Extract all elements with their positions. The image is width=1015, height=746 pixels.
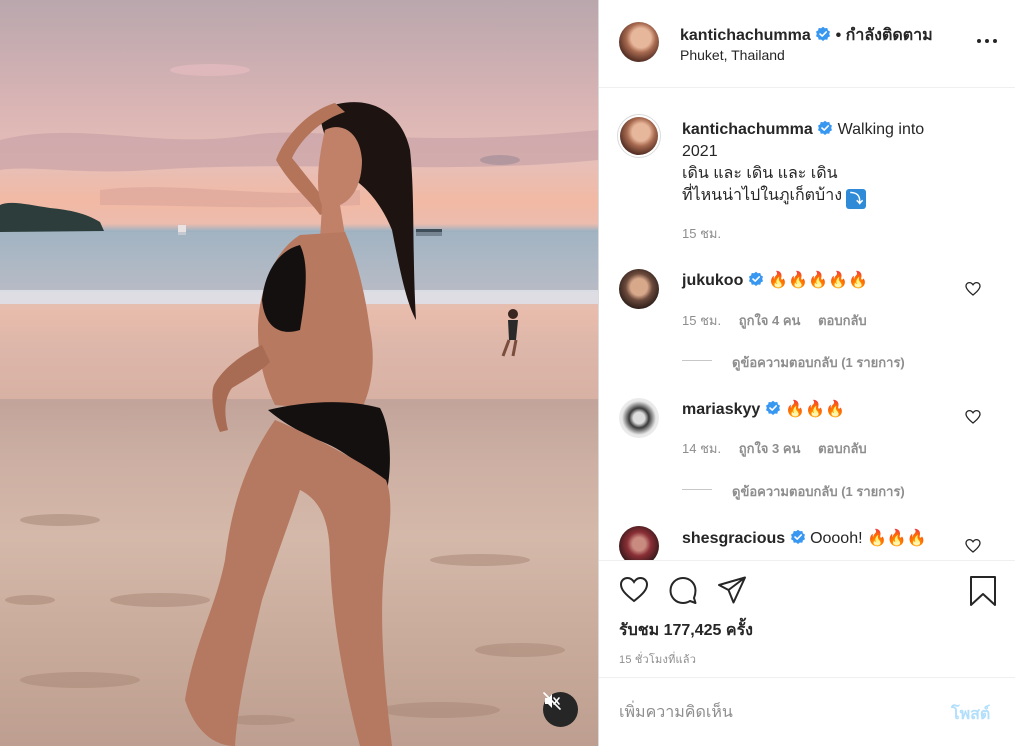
- instagram-post-view: kantichachumma • กำลังติดตาม Phuket, Tha…: [0, 0, 1015, 746]
- comment-text: 🔥🔥🔥🔥🔥: [768, 272, 868, 289]
- comment-meta: 15 ชม. ถูกใจ 4 คน ตอบกลับ: [682, 310, 881, 331]
- arrow-down-badge: ⤵: [846, 189, 867, 209]
- replies-divider: [682, 360, 712, 361]
- caption-username[interactable]: kantichachumma: [682, 121, 813, 138]
- caption-time[interactable]: 15 ชม.: [682, 226, 721, 241]
- comment-item: jukukoo 🔥🔥🔥🔥🔥: [682, 270, 868, 290]
- verified-badge-icon: [765, 400, 780, 415]
- caption-avatar[interactable]: [617, 114, 661, 158]
- comment-meta: 14 ชม. ถูกใจ 3 คน ตอบกลับ: [682, 438, 881, 459]
- verified-badge-icon: [818, 120, 833, 135]
- reply-button[interactable]: ตอบกลับ: [818, 313, 867, 328]
- post-comment-button[interactable]: โพสต์: [951, 702, 990, 727]
- post-actions: รับชม 177,425 ครั้ง 15 ชั่วโมงที่แล้ว: [599, 560, 1015, 676]
- caption-line-3: เดิน และ เดิน และ เดิน: [682, 165, 838, 182]
- add-comment-input[interactable]: [619, 698, 919, 728]
- post-side-panel: kantichachumma • กำลังติดตาม Phuket, Tha…: [599, 0, 1015, 746]
- comment-time[interactable]: 14 ชม.: [682, 441, 721, 456]
- comment-bubble-icon[interactable]: [668, 575, 698, 605]
- post-location[interactable]: Phuket, Thailand: [680, 47, 785, 63]
- post-video[interactable]: [0, 0, 598, 746]
- comment-likes[interactable]: ถูกใจ 3 คน: [739, 441, 801, 456]
- reply-button[interactable]: ตอบกลับ: [818, 441, 867, 456]
- caption-line-1: Walking into: [837, 121, 925, 138]
- more-options-icon[interactable]: [975, 33, 999, 49]
- caption-meta: 15 ชม.: [682, 223, 735, 244]
- post-timestamp[interactable]: 15 ชั่วโมงที่แล้ว: [619, 650, 696, 668]
- following-status[interactable]: • กำลังติดตาม: [836, 27, 933, 44]
- bookmark-icon[interactable]: [969, 575, 997, 607]
- comment-heart-icon[interactable]: [965, 538, 981, 554]
- author-line: kantichachumma • กำลังติดตาม: [680, 23, 933, 48]
- comment-likes[interactable]: ถูกใจ 4 คน: [739, 313, 801, 328]
- caption: kantichachumma Walking into 2021 เดิน แล…: [682, 119, 982, 209]
- view-replies-button[interactable]: ดูข้อความตอบกลับ (1 รายการ): [732, 352, 905, 373]
- view-count[interactable]: รับชม 177,425 ครั้ง: [619, 618, 753, 643]
- comment-item: mariaskyy 🔥🔥🔥: [682, 399, 845, 419]
- speaker-muted-icon: [543, 692, 561, 710]
- paper-plane-icon[interactable]: [717, 575, 747, 605]
- beach-sunset-scene: [0, 64, 598, 746]
- comment-username[interactable]: jukukoo: [682, 272, 743, 289]
- comment-text: Ooooh! 🔥🔥🔥: [810, 530, 927, 547]
- post-header: kantichachumma • กำลังติดตาม Phuket, Tha…: [599, 0, 1015, 88]
- comment-avatar[interactable]: [619, 398, 659, 438]
- view-replies-button[interactable]: ดูข้อความตอบกลับ (1 รายการ): [732, 481, 905, 502]
- comment-item: shesgracious Ooooh! 🔥🔥🔥: [682, 528, 927, 548]
- heart-icon[interactable]: [619, 575, 649, 605]
- comment-text: 🔥🔥🔥: [785, 401, 845, 418]
- comment-username[interactable]: mariaskyy: [682, 401, 760, 418]
- author-avatar[interactable]: [619, 22, 659, 62]
- mute-toggle-button[interactable]: [543, 692, 578, 727]
- comment-composer: โพสต์: [599, 677, 1015, 746]
- comment-heart-icon[interactable]: [965, 281, 981, 297]
- verified-badge-icon: [790, 529, 805, 544]
- comments-list[interactable]: kantichachumma Walking into 2021 เดิน แล…: [599, 88, 1015, 560]
- replies-divider: [682, 489, 712, 490]
- comment-time[interactable]: 15 ชม.: [682, 313, 721, 328]
- author-username[interactable]: kantichachumma: [680, 27, 811, 44]
- comment-heart-icon[interactable]: [965, 409, 981, 425]
- comment-username[interactable]: shesgracious: [682, 530, 785, 547]
- comment-avatar[interactable]: [619, 526, 659, 560]
- verified-badge-icon: [748, 271, 763, 286]
- caption-line-2: 2021: [682, 143, 718, 160]
- verified-badge-icon: [816, 26, 831, 41]
- comment-avatar[interactable]: [619, 269, 659, 309]
- caption-line-4: ที่ไหนน่าไปในภูเก็ตบ้าง: [682, 187, 842, 204]
